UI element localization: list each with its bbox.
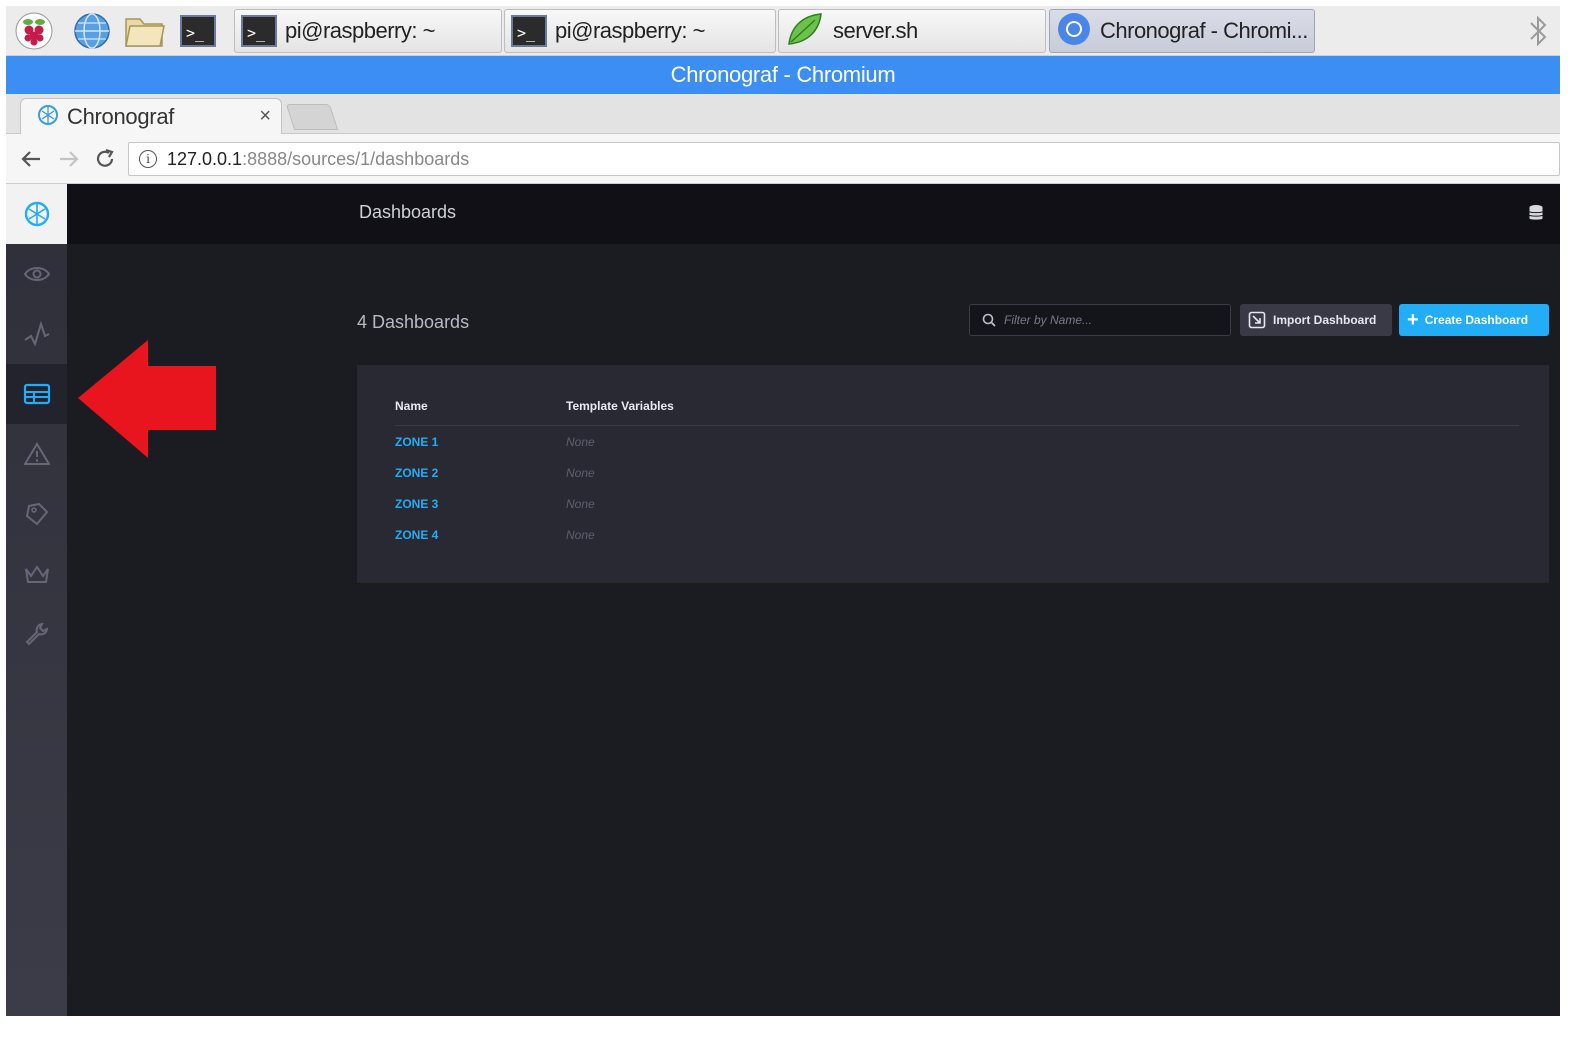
url-path: :8888/sources/1/dashboards	[242, 148, 470, 169]
terminal-icon: >_	[511, 15, 547, 47]
task-label: pi@raspberry: ~	[285, 18, 435, 43]
taskbar: >_ >_ pi@raspberry: ~ >_ pi@raspberry: ~…	[6, 6, 1560, 56]
dashboards-panel: Name Template Variables ZONE 1 None ZONE…	[357, 365, 1549, 583]
page-header: Dashboards	[67, 184, 1560, 244]
table-header-divider	[395, 425, 1519, 426]
import-dashboard-button[interactable]: Import Dashboard	[1240, 304, 1392, 336]
column-header-template-variables: Template Variables	[566, 399, 674, 413]
tab-close-button[interactable]: ×	[259, 105, 271, 128]
import-icon	[1248, 311, 1266, 329]
address-bar[interactable]: i 127.0.0.1:8888/sources/1/dashboards	[128, 142, 1560, 176]
dashboard-count: 4 Dashboards	[357, 312, 470, 332]
forward-arrow-icon	[60, 151, 79, 167]
nav-configuration[interactable]	[6, 604, 67, 664]
dashboard-link[interactable]: ZONE 1	[395, 435, 438, 449]
eye-icon	[23, 267, 50, 281]
import-dashboard-label: Import Dashboard	[1273, 313, 1377, 327]
file-manager-icon[interactable]	[122, 10, 166, 52]
chronograf-favicon-icon	[37, 104, 59, 131]
taskbar-task-chromium[interactable]: Chronograf - Chromi...	[1049, 9, 1315, 53]
dashboard-grid-icon	[23, 383, 50, 405]
template-variables-value: None	[566, 528, 595, 542]
wrench-icon	[25, 622, 48, 646]
terminal-launcher-icon[interactable]: >_	[176, 10, 220, 52]
window-title-bar[interactable]: Chronograf - Chromium	[6, 56, 1560, 94]
filter-input[interactable]	[1004, 313, 1224, 327]
dashboard-link[interactable]: ZONE 2	[395, 466, 438, 480]
crown-icon	[24, 565, 49, 583]
taskbar-task-editor[interactable]: server.sh	[778, 9, 1046, 53]
bluetooth-icon[interactable]	[1516, 10, 1560, 52]
site-info-icon[interactable]: i	[139, 150, 157, 168]
taskbar-task-terminal-2[interactable]: >_ pi@raspberry: ~	[504, 9, 776, 53]
window-title: Chronograf - Chromium	[670, 62, 896, 87]
leafpad-editor-icon	[785, 10, 825, 53]
puzzle-tag-icon	[25, 502, 48, 526]
taskbar-task-terminal-1[interactable]: >_ pi@raspberry: ~	[234, 9, 502, 53]
terminal-icon: >_	[241, 15, 277, 47]
screen: >_ >_ pi@raspberry: ~ >_ pi@raspberry: ~…	[6, 6, 1560, 1016]
url-host: 127.0.0.1	[167, 148, 243, 169]
nav-dashboards[interactable]	[6, 364, 67, 424]
template-variables-value: None	[566, 466, 595, 480]
table-row: ZONE 4 None	[395, 528, 1519, 559]
reload-icon	[96, 148, 114, 167]
nav-alerting[interactable]	[6, 424, 67, 484]
task-label: server.sh	[833, 18, 918, 43]
web-browser-launcher-icon[interactable]	[70, 10, 114, 52]
back-arrow-icon	[21, 151, 40, 167]
nav-admin[interactable]	[6, 544, 67, 604]
reload-button[interactable]	[90, 144, 120, 174]
side-nav	[6, 184, 67, 1016]
filter-box[interactable]	[969, 304, 1231, 336]
task-label: Chronograf - Chromi...	[1100, 18, 1308, 43]
chronograf-app: Dashboards 4 Dashboards Import Dashboard…	[6, 184, 1560, 1016]
chromium-icon	[1056, 11, 1092, 52]
column-header-name[interactable]: Name	[395, 399, 428, 413]
back-button[interactable]	[16, 144, 46, 174]
browser-tab-chronograf[interactable]: Chronograf ×	[20, 98, 282, 135]
template-variables-value: None	[566, 497, 595, 511]
raspberry-menu-icon[interactable]	[12, 10, 56, 52]
plus-icon: +	[1407, 309, 1419, 331]
table-row: ZONE 1 None	[395, 435, 1519, 466]
create-dashboard-label: Create Dashboard	[1424, 313, 1529, 327]
graph-line-icon	[23, 320, 49, 347]
annotation-arrow	[78, 340, 216, 458]
forward-button[interactable]	[54, 144, 84, 174]
table-row: ZONE 2 None	[395, 466, 1519, 497]
create-dashboard-button[interactable]: + Create Dashboard	[1399, 304, 1549, 336]
source-database-icon[interactable]	[1528, 204, 1544, 227]
nav-data-explorer[interactable]	[6, 304, 67, 364]
chronograf-logo-icon	[24, 201, 49, 227]
nav-host-list[interactable]	[6, 244, 67, 304]
browser-tab-strip: Chronograf ×	[6, 94, 1560, 135]
tab-title: Chronograf	[67, 104, 175, 129]
browser-toolbar: i 127.0.0.1:8888/sources/1/dashboards	[6, 134, 1560, 184]
table-row: ZONE 3 None	[395, 497, 1519, 528]
new-tab-button[interactable]	[285, 104, 339, 130]
template-variables-value: None	[566, 435, 595, 449]
page-contents: 4 Dashboards Import Dashboard + Create D…	[67, 244, 1560, 1016]
chronograf-logo[interactable]	[6, 184, 67, 244]
warning-triangle-icon	[23, 442, 50, 465]
dashboard-link[interactable]: ZONE 4	[395, 528, 438, 542]
dashboard-link[interactable]: ZONE 3	[395, 497, 438, 511]
search-icon	[982, 313, 996, 327]
nav-log-viewer[interactable]	[6, 484, 67, 544]
task-label: pi@raspberry: ~	[555, 18, 705, 43]
page-title: Dashboards	[359, 202, 457, 222]
